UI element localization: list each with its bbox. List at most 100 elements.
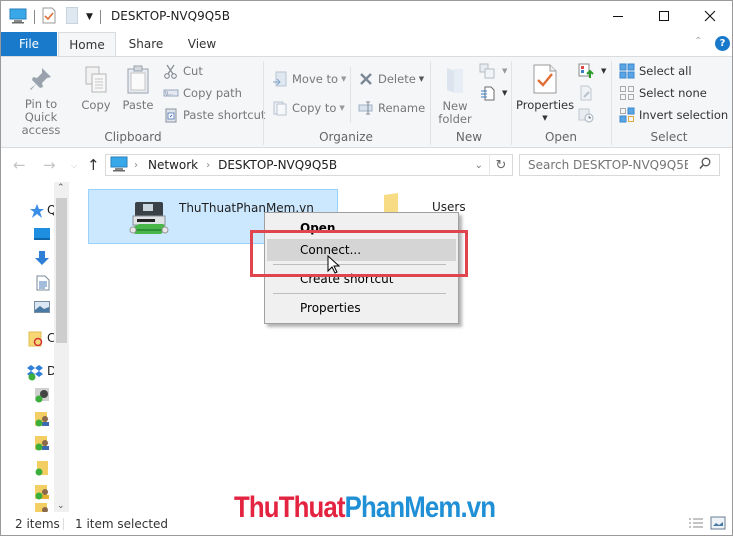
close-icon xyxy=(704,10,716,22)
qat-separator xyxy=(34,10,35,24)
pin-icon xyxy=(30,68,51,90)
pin-to-quick-access-button[interactable]: Pin to Quick access xyxy=(7,65,75,137)
breadcrumb-network[interactable]: Network xyxy=(148,158,198,172)
easy-access-button[interactable]: ▼ xyxy=(479,83,507,103)
desktop-folder-icon[interactable] xyxy=(34,227,50,243)
dropbox-camera-uploads-icon[interactable] xyxy=(34,387,50,403)
copy-path-button[interactable]: \\... Copy path xyxy=(163,83,242,103)
tab-home[interactable]: Home xyxy=(58,32,116,57)
copy-icon xyxy=(85,66,107,93)
menu-item-properties[interactable]: Properties xyxy=(267,297,456,319)
ribbon: Pin to Quick access Copy Paste Cut \\...… xyxy=(1,56,732,148)
maximize-button[interactable] xyxy=(641,1,687,31)
new-item-button[interactable]: ▼ xyxy=(479,61,507,81)
tab-view[interactable]: View xyxy=(177,32,227,57)
computer-icon[interactable] xyxy=(9,8,27,27)
creative-cloud-icon[interactable] xyxy=(28,331,44,347)
shared-folder-icon[interactable] xyxy=(34,484,50,500)
copy-to-button[interactable]: Copy to ▼ xyxy=(272,98,345,118)
delete-x-icon xyxy=(358,71,374,87)
documents-icon[interactable] xyxy=(36,275,52,291)
window-title: DESKTOP-NVQ9Q5B xyxy=(111,9,231,23)
rename-icon xyxy=(358,100,374,116)
scissors-icon xyxy=(163,63,179,79)
address-dropdown-icon[interactable]: ⌄ xyxy=(475,160,483,171)
dropbox-icon[interactable] xyxy=(26,363,43,381)
group-separator xyxy=(430,61,431,145)
new-folder-icon xyxy=(447,68,463,93)
selection-count: 1 item selected xyxy=(75,517,169,531)
network-computer-icon xyxy=(110,156,128,175)
open-icon xyxy=(578,63,594,79)
paste-shortcut-button[interactable]: Paste shortcut xyxy=(163,105,265,125)
breadcrumb-chevron-icon[interactable]: › xyxy=(206,160,210,171)
tab-share[interactable]: Share xyxy=(121,32,171,57)
watermark: ThuThuatPhanMem.vn xyxy=(234,491,496,525)
scroll-up-icon[interactable]: ⌃ xyxy=(57,183,65,193)
paste-shortcut-icon xyxy=(163,107,179,123)
pictures-icon[interactable] xyxy=(34,300,50,316)
select-none-icon xyxy=(619,85,635,101)
back-button[interactable]: ← xyxy=(13,156,26,174)
select-none-button[interactable]: Select none xyxy=(619,83,707,103)
shared-folder-icon[interactable] xyxy=(34,435,50,451)
breadcrumb-desktop[interactable]: DESKTOP-NVQ9Q5B xyxy=(218,158,337,172)
new-folder-button[interactable]: New folder xyxy=(435,65,475,126)
select-all-icon xyxy=(619,63,635,79)
group-separator xyxy=(263,61,264,145)
breadcrumb-chevron-icon[interactable]: › xyxy=(134,160,138,171)
refresh-button[interactable]: ↻ xyxy=(489,154,513,176)
paste-button[interactable]: Paste xyxy=(121,65,155,112)
annotation-highlight-box xyxy=(250,230,468,277)
edit-button[interactable] xyxy=(578,83,598,103)
forward-button[interactable]: → xyxy=(43,156,56,174)
details-view-icon[interactable] xyxy=(688,517,704,534)
minimize-button[interactable] xyxy=(595,1,641,31)
delete-button[interactable]: Delete ▼ xyxy=(358,69,424,89)
collapse-ribbon-icon[interactable]: ⌃ xyxy=(694,36,702,47)
nav-pane-scrollbar[interactable]: ⌃ ⌄ xyxy=(54,182,69,512)
large-icons-view-icon[interactable] xyxy=(710,516,726,533)
title-bar: ▼ DESKTOP-NVQ9Q5B xyxy=(1,1,732,32)
downloads-icon[interactable] xyxy=(34,250,50,266)
quick-access-star-icon[interactable] xyxy=(29,203,45,219)
copy-to-icon xyxy=(272,100,288,116)
search-box[interactable] xyxy=(519,154,720,176)
invert-selection-button[interactable]: Invert selection xyxy=(619,105,728,125)
select-all-button[interactable]: Select all xyxy=(619,61,692,81)
group-label-clipboard: Clipboard xyxy=(104,130,162,144)
cut-button[interactable]: Cut xyxy=(163,61,203,81)
scroll-down-icon[interactable]: ⌄ xyxy=(57,501,65,511)
shared-folder-icon[interactable] xyxy=(34,411,50,427)
move-to-icon xyxy=(272,71,288,87)
open-button[interactable]: ▼ xyxy=(578,61,606,81)
organize-inner-separator xyxy=(350,67,351,123)
move-to-button[interactable]: Move to ▼ xyxy=(272,69,346,89)
properties-button[interactable]: Properties ▼ xyxy=(516,63,574,125)
group-separator xyxy=(511,61,512,145)
synced-folder-icon[interactable] xyxy=(34,460,50,476)
minimize-icon xyxy=(613,16,623,17)
properties-dropdown-icon[interactable]: ▼ xyxy=(516,112,574,125)
recent-locations-button[interactable]: ⌵ xyxy=(71,161,77,171)
properties-qat-icon[interactable] xyxy=(42,7,56,27)
svg-text:\\...: \\... xyxy=(165,91,174,97)
search-icon xyxy=(699,157,711,174)
history-button[interactable] xyxy=(578,105,598,125)
copy-button[interactable]: Copy xyxy=(79,65,113,112)
menu-separator xyxy=(273,293,446,294)
scrollbar-thumb[interactable] xyxy=(56,198,67,343)
customize-qat-icon[interactable]: ▼ xyxy=(86,12,93,22)
copy-path-icon: \\... xyxy=(163,85,179,101)
tab-file[interactable]: File xyxy=(1,32,57,57)
close-button[interactable] xyxy=(687,1,733,31)
up-button[interactable]: ↑ xyxy=(87,156,100,174)
help-icon[interactable]: ? xyxy=(715,36,730,51)
properties-icon xyxy=(533,64,557,94)
shared-folder-icon[interactable] xyxy=(34,502,50,512)
new-item-icon xyxy=(479,63,495,79)
address-bar[interactable]: › Network › DESKTOP-NVQ9Q5B ⌄ xyxy=(105,154,490,176)
new-folder-qat-icon[interactable] xyxy=(66,7,78,27)
search-input[interactable] xyxy=(528,158,688,172)
rename-button[interactable]: Rename xyxy=(358,98,425,118)
